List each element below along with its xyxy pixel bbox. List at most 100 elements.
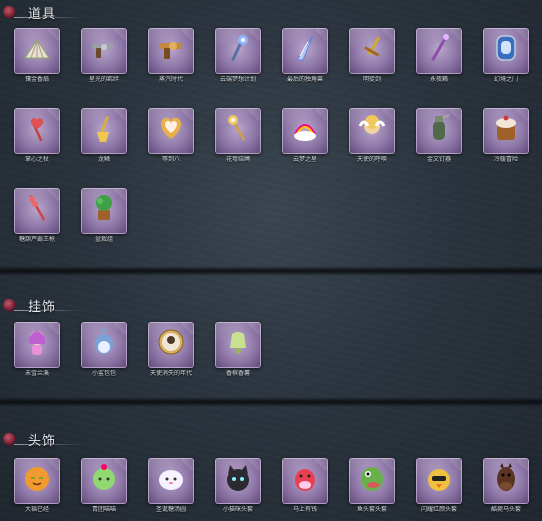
item-slot[interactable]: 小猫咪头套: [215, 458, 261, 513]
item-card[interactable]: [81, 458, 127, 504]
item-slot[interactable]: 最后的独角兽: [282, 28, 328, 83]
item-label: 未雪兰溪: [24, 370, 49, 377]
item-label: 等到八: [161, 156, 180, 163]
item-slot[interactable]: 掌心之杖: [14, 108, 60, 163]
item-label: 永夜籁: [429, 76, 448, 83]
item-slot[interactable]: 幻境之门: [483, 28, 529, 83]
item-slot[interactable]: 冷暖冒险: [483, 108, 529, 163]
item-card[interactable]: [81, 188, 127, 234]
item-label: 星光的羁绊: [88, 76, 119, 83]
item-card[interactable]: [14, 108, 60, 154]
item-card[interactable]: [81, 322, 127, 368]
item-card[interactable]: [81, 108, 127, 154]
item-card[interactable]: [349, 458, 395, 504]
item-slot[interactable]: 永夜籁: [416, 28, 462, 83]
item-slot[interactable]: 镶金香扇: [14, 28, 60, 83]
angel-icon: [356, 112, 388, 144]
item-card[interactable]: [349, 28, 395, 74]
staff-icon: [423, 32, 455, 64]
item-slot[interactable]: 盆栽组: [81, 188, 127, 243]
heart-mirror-icon: [155, 112, 187, 144]
portrait-frame-icon: [155, 326, 187, 358]
item-slot[interactable]: 云端梦想计划: [215, 28, 261, 83]
item-slot[interactable]: 马上有钱: [282, 458, 328, 513]
item-label: 闪耀红颜头套: [420, 506, 457, 513]
item-card[interactable]: [215, 108, 261, 154]
item-slot[interactable]: 星光的羁绊: [81, 28, 127, 83]
green-bun-icon: [88, 462, 120, 494]
item-slot[interactable]: 闪耀红颜头套: [416, 458, 462, 513]
golden-shovel-icon: [88, 112, 120, 144]
item-label: 青团喵喵: [91, 506, 116, 513]
item-label: 最后的独角兽: [286, 76, 323, 83]
item-label: 蒸汽时代: [158, 76, 183, 83]
item-card[interactable]: [282, 108, 328, 154]
item-label: 镶金香扇: [24, 76, 49, 83]
section-header-pendants: 挂饰: [0, 295, 90, 315]
yellow-chick-icon: [423, 462, 455, 494]
item-slot[interactable]: 云梦之星: [282, 108, 328, 163]
item-slot[interactable]: 糖葫芦霸王枪: [14, 188, 60, 243]
item-label: 小猫咪头套: [222, 506, 253, 513]
flower-wand-icon: [222, 112, 254, 144]
item-label: 香槟香薯: [225, 370, 250, 377]
item-card[interactable]: [483, 458, 529, 504]
item-card[interactable]: [416, 458, 462, 504]
item-card[interactable]: [14, 28, 60, 74]
section-divider: [0, 266, 542, 276]
section-header-props: 道具: [0, 2, 90, 22]
item-slot[interactable]: 天使的呼唤: [349, 108, 395, 163]
item-slot[interactable]: 明徒剑: [349, 28, 395, 83]
sword-icon: [356, 32, 388, 64]
item-slot[interactable]: 圣诞糖汤圆: [148, 458, 194, 513]
item-card[interactable]: [282, 28, 328, 74]
item-slot[interactable]: 小鲨包包: [81, 322, 127, 377]
red-horse-icon: [289, 462, 321, 494]
item-label: 明徒剑: [362, 76, 381, 83]
item-card[interactable]: [148, 28, 194, 74]
item-card[interactable]: [81, 28, 127, 74]
item-card[interactable]: [215, 458, 261, 504]
item-card[interactable]: [349, 108, 395, 154]
item-label: 天使消失的年代: [149, 370, 192, 377]
item-card[interactable]: [483, 28, 529, 74]
fish-head-icon: [356, 462, 388, 494]
item-card[interactable]: [148, 322, 194, 368]
horse-head-icon: [490, 462, 522, 494]
item-slot[interactable]: 香槟香薯: [215, 322, 261, 377]
item-label: 龙鳞: [97, 156, 110, 163]
item-label: 大福已经: [24, 506, 49, 513]
item-slot[interactable]: 大福已经: [14, 458, 60, 513]
item-card[interactable]: [148, 108, 194, 154]
item-slot[interactable]: 龙鳞: [81, 108, 127, 163]
item-card[interactable]: [148, 458, 194, 504]
item-slot[interactable]: 金文钉器: [416, 108, 462, 163]
item-card[interactable]: [416, 28, 462, 74]
item-slot[interactable]: 花萼结绳: [215, 108, 261, 163]
item-slot[interactable]: 鱼头套头套: [349, 458, 395, 513]
item-label: 酷毙马头套: [490, 506, 521, 513]
item-slot[interactable]: 天使消失的年代: [148, 322, 194, 377]
item-card[interactable]: [416, 108, 462, 154]
magic-mirror-icon: [490, 32, 522, 64]
item-slot[interactable]: 等到八: [148, 108, 194, 163]
unicorn-horn-icon: [289, 32, 321, 64]
bell-charm-icon: [222, 326, 254, 358]
cake-mug-icon: [490, 112, 522, 144]
item-card[interactable]: [14, 458, 60, 504]
item-card[interactable]: [215, 28, 261, 74]
item-card[interactable]: [215, 322, 261, 368]
item-label: 糖葫芦霸王枪: [18, 236, 55, 243]
item-card[interactable]: [483, 108, 529, 154]
item-card[interactable]: [14, 322, 60, 368]
item-label: 天使的呼唤: [356, 156, 387, 163]
item-label: 幻境之门: [493, 76, 518, 83]
item-slot[interactable]: 蒸汽时代: [148, 28, 194, 83]
item-slot[interactable]: 酷毙马头套: [483, 458, 529, 513]
item-slot[interactable]: 青团喵喵: [81, 458, 127, 513]
steampunk-gun-icon: [155, 32, 187, 64]
section-header-headwear: 头饰: [0, 429, 90, 449]
item-card[interactable]: [282, 458, 328, 504]
item-card[interactable]: [14, 188, 60, 234]
item-slot[interactable]: 未雪兰溪: [14, 322, 60, 377]
